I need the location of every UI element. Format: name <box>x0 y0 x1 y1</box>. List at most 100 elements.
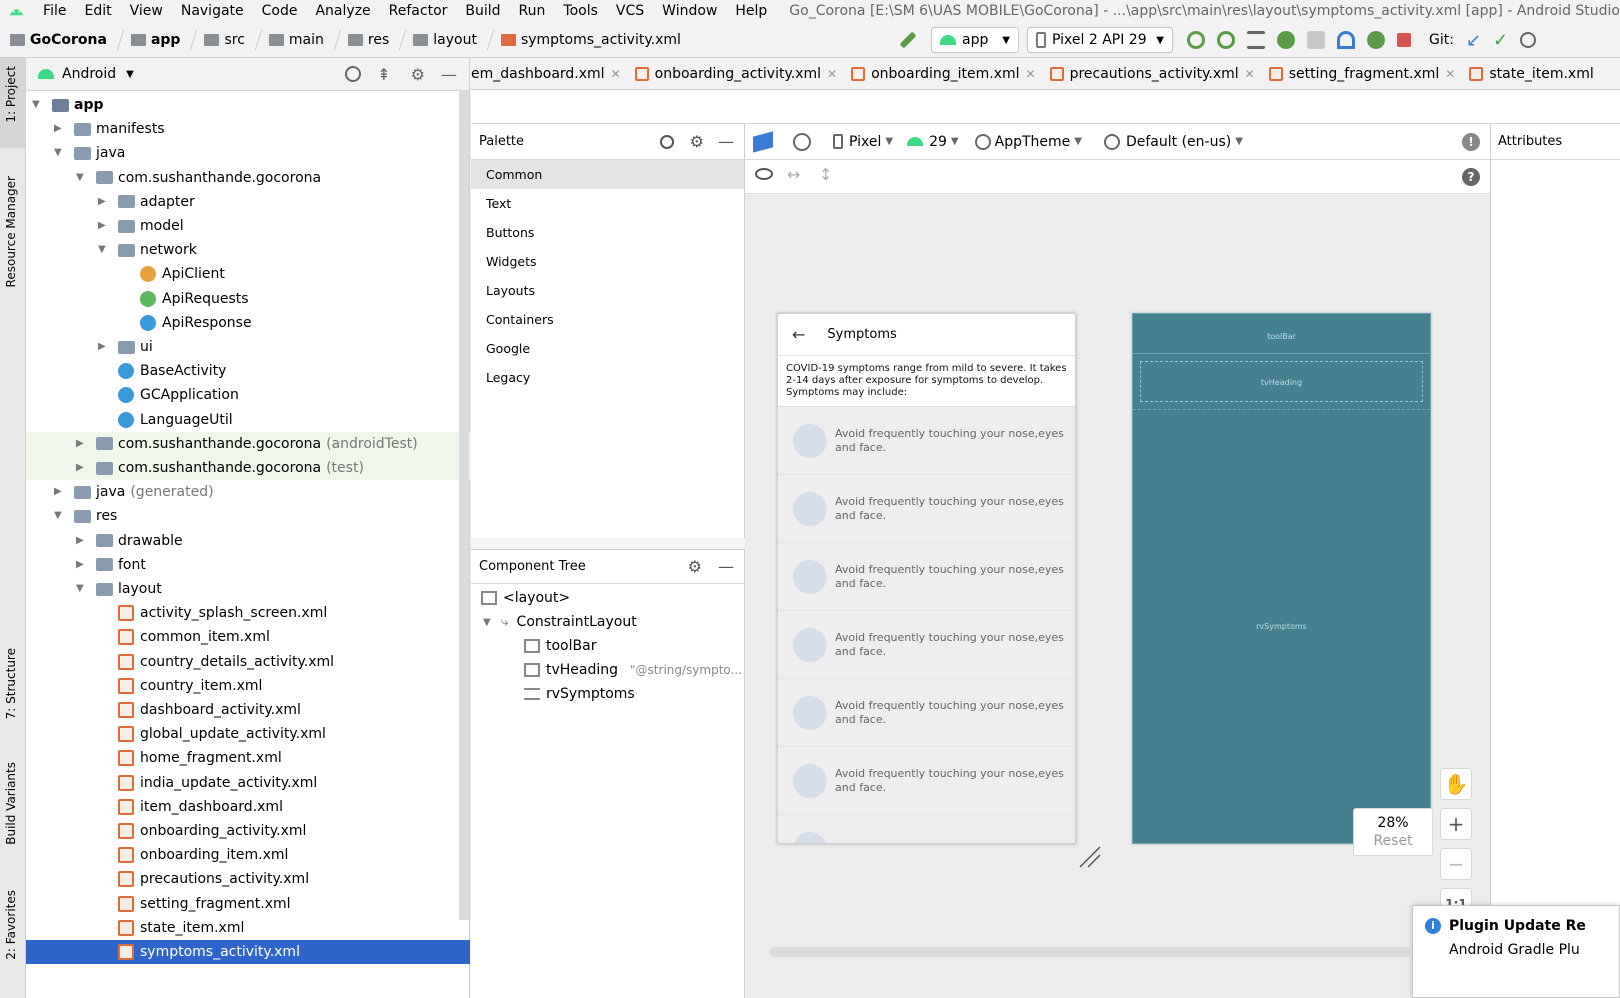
project-tree-row[interactable]: ▼ res <box>26 504 470 528</box>
stop-icon[interactable] <box>1397 33 1411 47</box>
git-commit-icon[interactable]: ✓ <box>1493 30 1508 51</box>
menu-view[interactable]: View <box>130 3 163 19</box>
project-tree-row[interactable]: ApiResponse <box>26 311 470 335</box>
project-tree-row[interactable]: symptoms_activity.xml <box>26 940 470 964</box>
project-tree-row[interactable]: ▶ java (generated) <box>26 480 470 504</box>
project-tree-row[interactable]: ▶ ui <box>26 335 470 359</box>
chevron-right-icon[interactable]: ▶ <box>76 559 86 570</box>
search-icon[interactable] <box>659 134 674 149</box>
chevron-right-icon[interactable]: ▶ <box>76 535 86 546</box>
resize-handle-icon[interactable] <box>1078 845 1102 869</box>
gear-icon[interactable]: ⚙ <box>688 557 702 576</box>
breadcrumb-main[interactable]: main <box>268 32 324 48</box>
eye-icon[interactable] <box>755 168 773 180</box>
hide-panel-icon[interactable]: — <box>441 65 457 84</box>
chevron-down-icon[interactable]: ▼ <box>1074 136 1082 147</box>
chevron-right-icon[interactable]: ▶ <box>54 124 64 134</box>
project-tree-row[interactable]: ▶ com.sushanthande.gocorona (androidTest) <box>26 431 470 456</box>
chevron-down-icon[interactable]: ▼ <box>32 100 42 110</box>
profile-shield-icon[interactable] <box>1307 31 1325 49</box>
zoom-in-icon[interactable]: + <box>1440 808 1472 840</box>
warning-icon[interactable]: ! <box>1462 132 1480 151</box>
chevron-right-icon[interactable]: ▶ <box>76 438 86 449</box>
tab-item-dashboard[interactable]: em_dashboard.xml ✕ <box>471 66 621 82</box>
project-tree-row[interactable]: item_dashboard.xml <box>26 795 470 819</box>
project-tree-row[interactable]: activity_splash_screen.xml <box>26 601 470 625</box>
menu-window[interactable]: Window <box>662 3 717 19</box>
attributes-title[interactable]: Attributes <box>1491 124 1620 160</box>
project-tree-row[interactable]: ▼ java <box>26 141 470 165</box>
palette-category-widgets[interactable]: Widgets <box>471 247 744 276</box>
apply-code-changes-icon[interactable] <box>1217 31 1235 49</box>
project-tree-row[interactable]: ▶ model <box>26 214 470 238</box>
project-tree-row[interactable]: ▶ drawable <box>26 529 470 553</box>
hide-panel-icon[interactable]: — <box>718 132 734 151</box>
project-tree-row[interactable]: ▼ network <box>26 238 470 262</box>
breadcrumb-app[interactable]: app <box>130 32 180 48</box>
close-icon[interactable]: ✕ <box>611 67 621 81</box>
horizontal-arrows-icon[interactable]: ↔ <box>787 165 800 184</box>
component-tvheading[interactable]: tvHeading "@string/sympto... <box>471 658 744 682</box>
menu-build[interactable]: Build <box>465 3 500 19</box>
chevron-down-icon[interactable]: ▼ <box>1235 136 1243 147</box>
project-tree-row[interactable]: ▶ manifests <box>26 117 470 141</box>
gear-icon[interactable]: ⚙ <box>690 132 704 151</box>
project-tree-row[interactable]: BaseActivity <box>26 359 470 383</box>
project-tree-row[interactable]: ApiRequests <box>26 287 470 311</box>
menu-code[interactable]: Code <box>262 3 298 19</box>
device-select[interactable]: Pixel <box>849 134 881 150</box>
project-tree-row[interactable]: dashboard_activity.xml <box>26 698 470 722</box>
breadcrumb-src[interactable]: src <box>204 32 245 48</box>
theme-select[interactable]: AppTheme <box>995 134 1071 150</box>
attach-debugger-icon[interactable] <box>1367 31 1385 49</box>
chevron-down-icon[interactable]: ▼ <box>76 172 86 183</box>
project-tree-row[interactable]: ▼ app <box>26 93 470 117</box>
menu-run[interactable]: Run <box>519 3 546 19</box>
breadcrumb-project[interactable]: GoCorona <box>10 32 107 48</box>
close-icon[interactable]: ✕ <box>1026 67 1036 81</box>
project-tree-row[interactable]: india_update_activity.xml <box>26 771 470 795</box>
project-tree-row[interactable]: ▼ com.sushanthande.gocorona <box>26 166 470 190</box>
build-variants-tool-button[interactable]: Build Variants <box>0 758 25 858</box>
project-tree-row[interactable]: ▶ com.sushanthande.gocorona (test) <box>26 456 470 480</box>
breadcrumb-layout[interactable]: layout <box>413 32 477 48</box>
palette-category-legacy[interactable]: Legacy <box>471 363 744 392</box>
chevron-down-icon[interactable]: ▼ <box>951 136 959 147</box>
resource-manager-tool-button[interactable]: Resource Manager <box>0 168 25 308</box>
palette-category-buttons[interactable]: Buttons <box>471 218 744 247</box>
menu-help[interactable]: Help <box>735 3 767 19</box>
project-tree-row[interactable]: country_item.xml <box>26 674 470 698</box>
device-select[interactable]: Pixel 2 API 29 ▼ <box>1027 27 1173 53</box>
project-tree-row[interactable]: global_update_activity.xml <box>26 722 470 746</box>
project-tree-row[interactable]: home_fragment.xml <box>26 746 470 770</box>
project-tree-row[interactable]: setting_fragment.xml <box>26 892 470 916</box>
tab-setting-fragment[interactable]: setting_fragment.xml ✕ <box>1268 66 1455 82</box>
project-tree-row[interactable]: ApiClient <box>26 262 470 286</box>
project-tree-row[interactable]: country_details_activity.xml <box>26 650 470 674</box>
blueprint-preview[interactable]: toolBar tvHeading rvSymptoms <box>1132 313 1431 844</box>
chevron-down-icon[interactable]: ▼ <box>98 245 108 255</box>
close-icon[interactable]: ✕ <box>827 67 837 81</box>
palette-category-containers[interactable]: Containers <box>471 305 744 334</box>
tab-precautions-activity[interactable]: precautions_activity.xml ✕ <box>1049 66 1255 82</box>
project-tree-row[interactable]: ▶ adapter <box>26 190 470 214</box>
chevron-right-icon[interactable]: ▶ <box>98 221 108 231</box>
project-tree-row[interactable]: onboarding_item.xml <box>26 843 470 867</box>
tab-state-item[interactable]: state_item.xml <box>1469 66 1594 82</box>
component-constraintlayout[interactable]: ▼ ⤷ ConstraintLayout <box>471 610 744 634</box>
chevron-right-icon[interactable]: ▶ <box>98 342 108 352</box>
build-hammer-icon[interactable] <box>899 31 917 49</box>
tab-onboarding-item[interactable]: onboarding_item.xml ✕ <box>851 66 1036 82</box>
zoom-reset-button[interactable]: Reset <box>1354 833 1432 849</box>
structure-tool-button[interactable]: 7: Structure <box>0 640 25 730</box>
chevron-down-icon[interactable]: ▼ <box>54 511 64 521</box>
project-tree-row[interactable]: onboarding_activity.xml <box>26 819 470 843</box>
profiler-gauge-icon[interactable] <box>1337 31 1355 49</box>
palette-category-google[interactable]: Google <box>471 334 744 363</box>
chevron-down-icon[interactable]: ▼ <box>76 584 86 594</box>
project-tree-row[interactable]: GCApplication <box>26 383 470 407</box>
project-view-mode-select[interactable]: Android <box>62 66 116 82</box>
design-preview-phone[interactable]: ← Symptoms COVID-19 symptoms range from … <box>777 313 1076 844</box>
pan-hand-icon[interactable]: ✋ <box>1440 768 1472 800</box>
menu-vcs[interactable]: VCS <box>616 3 644 19</box>
